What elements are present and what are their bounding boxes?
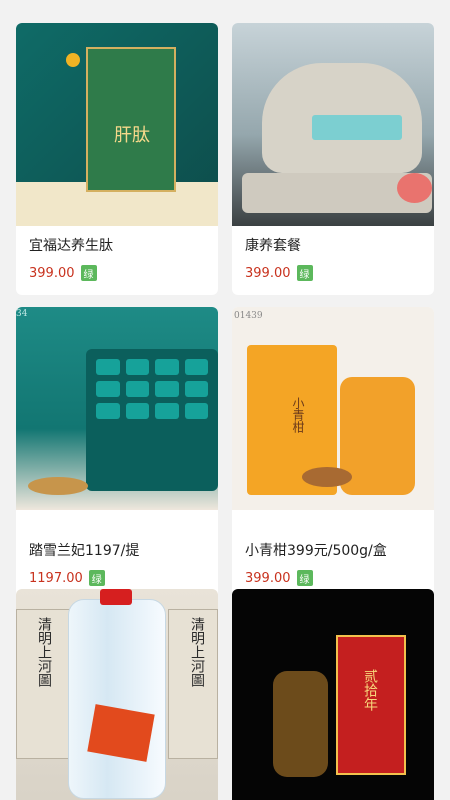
product-card[interactable]: 清明上河圖 清明上河圖 — [16, 589, 218, 800]
product-card[interactable]: 01439 小青柑 小青柑399元/500g/盒 399.00 绿 — [232, 307, 434, 600]
product-card[interactable]: 贰拾年 — [232, 589, 434, 800]
product-image: 01439 小青柑 — [232, 307, 434, 510]
product-price: 1197.00 — [29, 570, 83, 586]
product-image — [232, 23, 434, 226]
price-row: 1197.00 绿 — [29, 570, 105, 586]
product-card[interactable]: 肝肽 宜福达养生肽 399.00 绿 — [16, 23, 218, 295]
product-title: 康养套餐 — [245, 238, 301, 254]
product-image: 34 — [16, 307, 218, 510]
product-card[interactable]: 康养套餐 399.00 绿 — [232, 23, 434, 295]
product-image-text: 清明上河圖 — [36, 617, 52, 687]
green-badge: 绿 — [80, 265, 97, 281]
green-badge: 绿 — [88, 570, 105, 586]
product-image: 贰拾年 — [232, 589, 434, 800]
product-image-text: 小青柑 — [291, 397, 305, 433]
product-image-text: 肝肽 — [114, 125, 150, 146]
product-price: 399.00 — [29, 265, 75, 281]
product-card[interactable]: 34 踏雪兰妃1197/提 1197.00 绿 — [16, 307, 218, 600]
image-corner-text: 01439 — [234, 311, 263, 321]
product-image-text: 清明上河圖 — [189, 617, 205, 687]
image-corner-text: 34 — [16, 309, 28, 319]
product-price: 399.00 — [245, 265, 291, 281]
price-row: 399.00 绿 — [245, 265, 313, 281]
product-image: 肝肽 — [16, 23, 218, 226]
product-title: 踏雪兰妃1197/提 — [29, 543, 140, 559]
price-row: 399.00 绿 — [29, 265, 97, 281]
green-badge: 绿 — [296, 570, 313, 586]
product-title: 宜福达养生肽 — [29, 238, 113, 254]
product-title: 小青柑399元/500g/盒 — [245, 543, 387, 559]
product-price: 399.00 — [245, 570, 291, 586]
green-badge: 绿 — [296, 265, 313, 281]
price-row: 399.00 绿 — [245, 570, 313, 586]
product-image: 清明上河圖 清明上河圖 — [16, 589, 218, 800]
product-image-text: 贰拾年 — [362, 669, 378, 711]
